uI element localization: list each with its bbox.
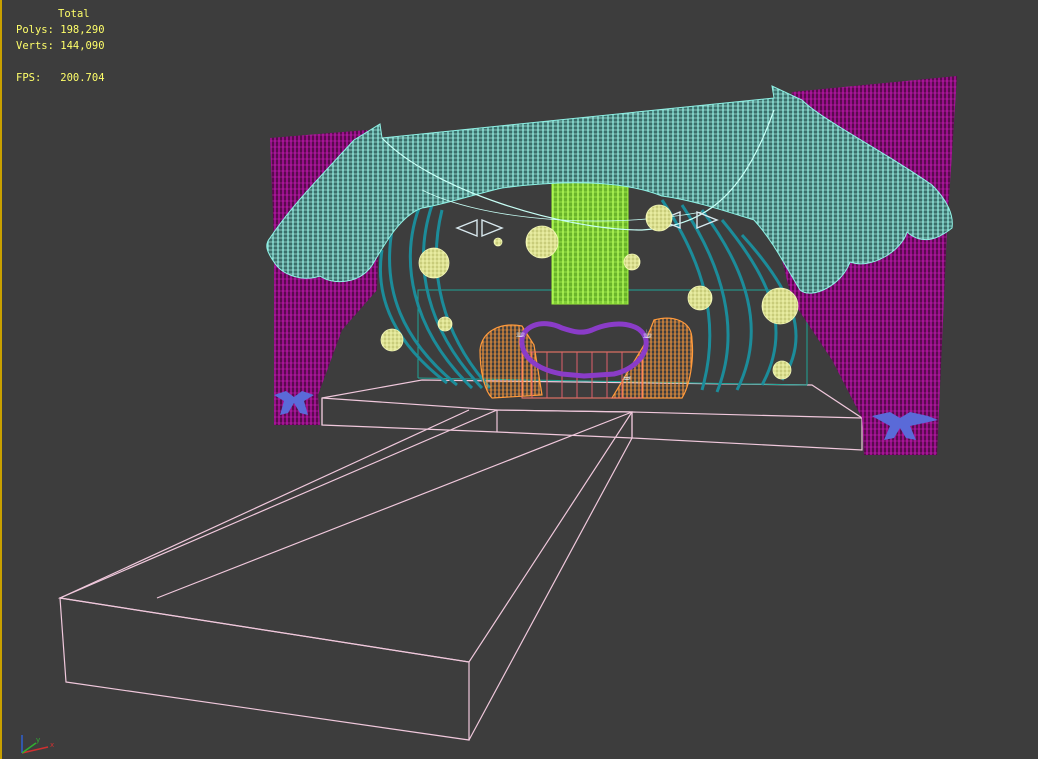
center-banner[interactable] (551, 177, 629, 305)
svg-text:☕: ☕ (642, 327, 653, 341)
svg-text:x: x (50, 741, 54, 749)
stats-fps-label: FPS: (16, 72, 42, 84)
wedding-sofa[interactable]: ☕ ☕ ☕ (479, 317, 694, 399)
svg-text:☕: ☕ (622, 370, 632, 383)
stats-polys-row: Polys: 198,290 (16, 22, 105, 38)
stats-verts-row: Verts: 144,090 (16, 38, 105, 54)
viewport-statistics: Total Polys: 198,290 Verts: 144,090 FPS:… (16, 6, 105, 86)
heart-backrest (519, 321, 649, 379)
stats-verts-label: Verts: (16, 40, 54, 52)
svg-text:☕: ☕ (515, 326, 526, 340)
stats-fps-value: 200.704 (60, 72, 105, 84)
perspective-viewport[interactable]: Total Polys: 198,290 Verts: 144,090 FPS:… (0, 0, 1038, 759)
stats-polys-label: Polys: (16, 24, 54, 36)
svg-text:y: y (36, 736, 40, 744)
runway-wireframe[interactable] (57, 409, 634, 741)
wireframe-scene[interactable]: ☕ ☕ ☕ (2, 0, 1038, 759)
stats-fps-row: FPS: 200.704 (16, 70, 105, 86)
axis-tripod-icon: x y (21, 735, 54, 754)
stats-total-label: Total (58, 8, 90, 20)
stats-verts-value: 144,090 (60, 40, 105, 52)
stats-polys-value: 198,290 (60, 24, 105, 36)
